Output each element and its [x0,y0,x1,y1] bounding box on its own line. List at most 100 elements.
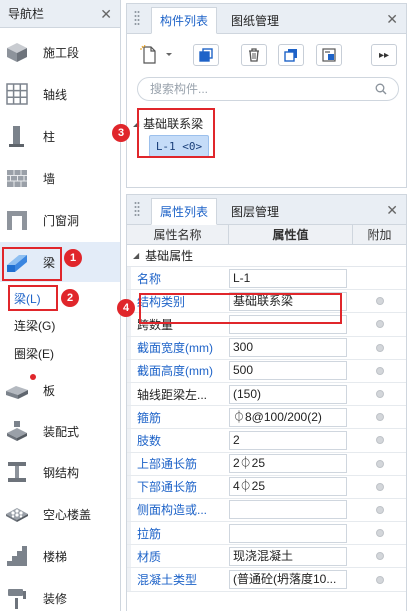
property-value[interactable]: L-1 [229,268,347,288]
search-icon[interactable] [375,83,387,95]
property-value-cell[interactable]: 300 [229,337,353,359]
attach-radio[interactable] [375,529,384,538]
property-value[interactable]: (普通砼(坍落度10... [229,570,347,590]
property-value-cell[interactable]: (150) [229,383,353,405]
attach-cell[interactable] [353,568,406,590]
search-input[interactable] [137,77,399,101]
property-value-cell[interactable] [229,499,353,521]
property-value[interactable]: 500 [229,361,347,381]
more-toolbar-button[interactable]: ▸▸ [371,44,397,66]
attach-cell[interactable] [353,522,406,544]
new-component-dropdown[interactable] [163,44,175,66]
property-row[interactable]: 混凝土类型 (普通砼(坍落度10... [127,568,406,592]
tab-label: 图纸管理 [231,14,280,28]
property-row[interactable]: 拉筋 [127,522,406,546]
property-value-cell[interactable]: 2 [229,429,353,451]
tab-component-list[interactable]: 构件列表 [151,7,218,34]
property-row[interactable]: 箍筋 ⏀8@100/200(2) [127,406,406,430]
attach-radio[interactable] [375,297,384,306]
close-icon[interactable]: ✕ [100,6,112,23]
attach-cell[interactable] [353,406,406,428]
nav-item-column[interactable]: 柱 [0,116,120,156]
new-component-button[interactable] [137,44,163,66]
property-value-cell[interactable]: 4⏀25 [229,476,353,498]
sub-item-coupling-beam-g[interactable]: 连梁(G) [0,313,120,337]
attach-cell[interactable] [353,453,406,475]
property-value-cell[interactable]: 现浇混凝土 [229,545,353,567]
construction-section-icon [7,43,27,62]
attach-radio[interactable] [375,320,384,329]
attach-cell[interactable] [353,429,406,451]
tab-property-list[interactable]: 属性列表 [151,198,218,225]
copy-to-floor-button[interactable] [278,44,304,66]
property-row[interactable]: 名称 L-1 [127,267,406,291]
nav-item-wall[interactable]: 墙 [0,158,120,198]
property-value-cell[interactable]: L-1 [229,267,353,289]
attach-cell[interactable] [353,337,406,359]
attach-cell[interactable] [353,383,406,405]
nav-item-axis[interactable]: 轴线 [0,74,120,114]
property-group-basic[interactable]: ◢ 基础属性 [127,245,406,267]
property-value-cell[interactable]: 2⏀25 [229,453,353,475]
property-value-cell[interactable]: ⏀8@100/200(2) [229,406,353,428]
attach-radio[interactable] [375,482,384,491]
property-value[interactable]: 2 [229,430,347,450]
drag-grip-icon[interactable] [134,10,140,28]
sub-item-ring-beam-e[interactable]: 圈梁(E) [0,341,120,365]
nav-item-hollow-floor[interactable]: 空心楼盖 [0,494,120,534]
nav-item-decoration[interactable]: 装修 [0,578,120,611]
attach-cell[interactable] [353,313,406,335]
property-row[interactable]: 下部通长筋 4⏀25 [127,475,406,499]
property-value-cell[interactable] [229,522,353,544]
property-value[interactable] [229,523,347,543]
property-value-cell[interactable]: (普通砼(坍落度10... [229,568,353,590]
property-value[interactable]: 2⏀25 [229,454,347,474]
nav-item-prefab[interactable]: 装配式 [0,411,120,451]
component-pane-tabbar: 构件列表 图纸管理 ✕ [127,4,406,34]
close-icon[interactable]: ✕ [386,202,398,219]
property-value-cell[interactable]: 500 [229,360,353,382]
nav-item-slab[interactable]: 板 [0,370,120,410]
attach-radio[interactable] [375,505,384,514]
property-value[interactable] [229,500,347,520]
property-value[interactable]: 300 [229,338,347,358]
property-row[interactable]: 材质 现浇混凝土 [127,545,406,569]
attach-radio[interactable] [375,343,384,352]
attach-cell[interactable] [353,476,406,498]
extract-component-button[interactable] [316,44,342,66]
drag-grip-icon[interactable] [134,201,140,219]
attach-radio[interactable] [375,436,384,445]
attach-radio[interactable] [375,459,384,468]
attach-cell[interactable] [353,267,406,289]
attach-radio[interactable] [375,552,384,561]
attach-cell[interactable] [353,499,406,521]
property-row[interactable]: 截面高度(mm) 500 [127,359,406,383]
attach-radio[interactable] [375,413,384,422]
property-row[interactable]: 轴线距梁左... (150) [127,382,406,407]
attach-radio[interactable] [375,366,384,375]
attach-radio[interactable] [375,390,384,399]
attach-cell[interactable] [353,290,406,312]
group-collapse-icon[interactable]: ◢ [133,251,139,260]
nav-item-stair[interactable]: 楼梯 [0,536,120,576]
decoration-icon [8,589,26,609]
property-row[interactable]: 肢数 2 [127,429,406,453]
nav-item-construction-section[interactable]: 施工段 [0,32,120,72]
attach-cell[interactable] [353,545,406,567]
nav-item-steel[interactable]: 钢结构 [0,452,120,492]
property-row[interactable]: 截面宽度(mm) 300 [127,336,406,360]
property-value[interactable]: 4⏀25 [229,477,347,497]
property-value[interactable]: (150) [229,384,347,404]
attach-radio[interactable] [375,575,384,584]
property-row[interactable]: 侧面构造或... [127,498,406,523]
attach-cell[interactable] [353,360,406,382]
property-row[interactable]: 上部通长筋 2⏀25 [127,452,406,476]
nav-item-door-window[interactable]: 门窗洞 [0,200,120,240]
copy-component-button[interactable] [193,44,219,66]
close-icon[interactable]: ✕ [386,11,398,28]
tab-drawing-management[interactable]: 图纸管理 [223,7,287,34]
property-value[interactable]: ⏀8@100/200(2) [229,407,347,427]
tab-layer-management[interactable]: 图层管理 [223,198,287,225]
delete-component-button[interactable] [241,44,267,66]
property-value[interactable]: 现浇混凝土 [229,546,347,566]
